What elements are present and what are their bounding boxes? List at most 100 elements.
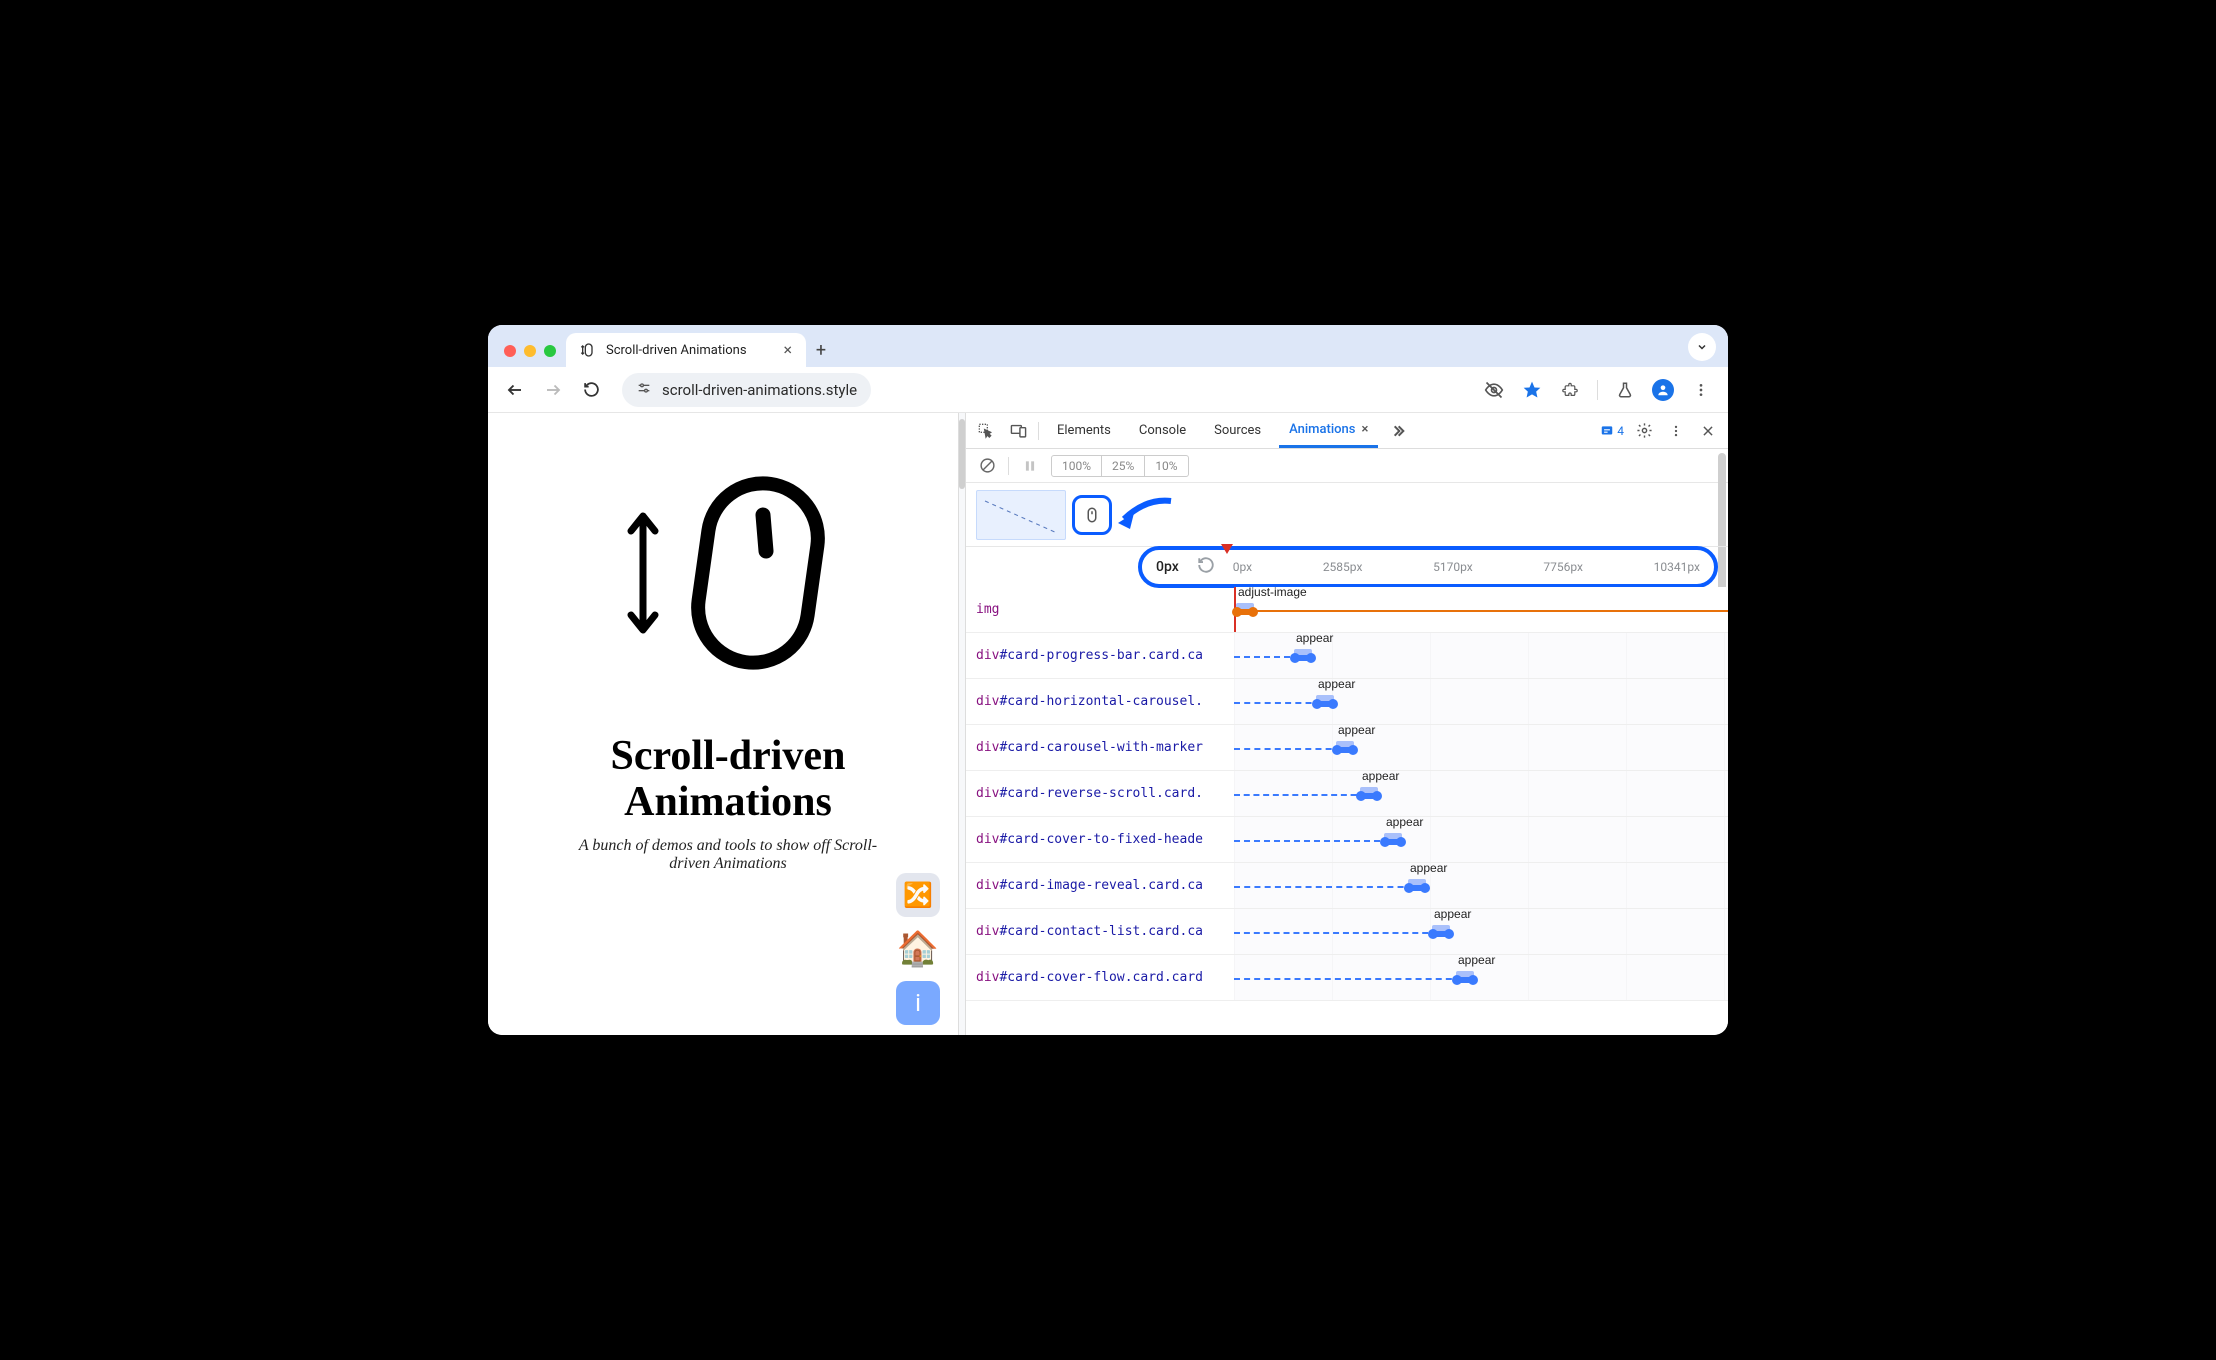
webpage: Scroll-drivenAnimations A bunch of demos… xyxy=(488,413,958,1035)
speed-10[interactable]: 10% xyxy=(1145,456,1187,476)
eye-hidden-icon[interactable] xyxy=(1479,375,1509,405)
favicon-icon xyxy=(580,342,596,358)
clear-icon[interactable] xyxy=(976,455,998,477)
url-text: scroll-driven-animations.style xyxy=(662,381,857,399)
tab-title: Scroll-driven Animations xyxy=(606,343,747,358)
settings-icon[interactable] xyxy=(1632,419,1656,443)
animation-groups xyxy=(966,483,1728,547)
animation-controls: 100% 25% 10% xyxy=(966,449,1728,483)
forward-button[interactable] xyxy=(538,375,568,405)
animation-rows: img adjust-image div#card-progress-bar.car… xyxy=(966,587,1728,1035)
tab-strip: Scroll-driven Animations × + xyxy=(488,325,1728,367)
ruler-marks: 0px 2585px 5170px 7756px 10341px xyxy=(1233,560,1700,574)
animation-track[interactable]: adjust-image xyxy=(1234,587,1728,632)
minimize-window-button[interactable] xyxy=(524,345,536,357)
scroll-driven-badge[interactable] xyxy=(1072,495,1112,535)
kebab-icon[interactable] xyxy=(1664,419,1688,443)
animation-name: adjust-image xyxy=(1238,587,1307,599)
close-devtools-icon[interactable] xyxy=(1696,419,1720,443)
animation-track[interactable]: appear xyxy=(1234,863,1728,908)
speed-selector: 100% 25% 10% xyxy=(1051,455,1189,477)
animation-track[interactable]: appear xyxy=(1234,817,1728,862)
page-logo xyxy=(623,463,833,683)
animation-name: appear xyxy=(1296,631,1333,645)
tab-sources[interactable]: Sources xyxy=(1204,413,1271,448)
address-bar[interactable]: scroll-driven-animations.style xyxy=(622,373,871,407)
animation-track[interactable]: appear xyxy=(1234,909,1728,954)
more-tabs-icon[interactable] xyxy=(1386,419,1410,443)
close-tab-button[interactable]: × xyxy=(783,342,792,358)
animation-track[interactable]: appear xyxy=(1234,725,1728,770)
element-selector: img xyxy=(966,602,1234,617)
home-button[interactable]: 🏠 xyxy=(896,927,940,971)
browser-window: Scroll-driven Animations × + scroll-driv… xyxy=(488,325,1728,1035)
animation-name: appear xyxy=(1386,815,1423,829)
animation-track[interactable]: appear xyxy=(1234,771,1728,816)
tab-elements[interactable]: Elements xyxy=(1047,413,1121,448)
menu-button[interactable] xyxy=(1686,375,1716,405)
issues-count[interactable]: 4 xyxy=(1600,424,1624,438)
info-button[interactable]: i xyxy=(896,981,940,1025)
animation-row[interactable]: div#card-horizontal-carousel. appear xyxy=(966,679,1728,725)
timeline-ruler: 0px 0px 2585px 5170px 7756px 10341px xyxy=(966,547,1728,587)
element-selector: div#card-carousel-with-marker xyxy=(966,740,1234,755)
replay-icon[interactable] xyxy=(1197,556,1215,578)
arrow-updown-icon xyxy=(623,503,663,643)
browser-tab[interactable]: Scroll-driven Animations × xyxy=(566,333,806,367)
tab-console[interactable]: Console xyxy=(1129,413,1196,448)
maximize-window-button[interactable] xyxy=(544,345,556,357)
panel-splitter[interactable] xyxy=(958,413,966,1035)
animation-row[interactable]: div#card-reverse-scroll.card. appear xyxy=(966,771,1728,817)
animation-row[interactable]: div#card-carousel-with-marker appear xyxy=(966,725,1728,771)
pause-icon[interactable] xyxy=(1019,455,1041,477)
animation-track[interactable]: appear xyxy=(1234,633,1728,678)
animation-group-thumb[interactable] xyxy=(976,490,1066,540)
device-icon[interactable] xyxy=(1006,419,1030,443)
mouse-icon xyxy=(683,463,833,683)
tab-animations[interactable]: Animations× xyxy=(1279,413,1378,448)
element-selector: div#card-cover-flow.card.card xyxy=(966,970,1234,985)
animation-row[interactable]: div#card-cover-flow.card.card appear xyxy=(966,955,1728,1001)
devtools-panel: Elements Console Sources Animations× 4 xyxy=(966,413,1728,1035)
element-selector: div#card-contact-list.card.ca xyxy=(966,924,1234,939)
bookmark-star-icon[interactable] xyxy=(1517,375,1547,405)
reload-button[interactable] xyxy=(576,375,606,405)
devtools-tabs: Elements Console Sources Animations× 4 xyxy=(966,413,1728,449)
animation-name: appear xyxy=(1362,769,1399,783)
back-button[interactable] xyxy=(500,375,530,405)
animation-name: appear xyxy=(1318,677,1355,691)
site-settings-icon[interactable] xyxy=(636,380,652,400)
page-title: Scroll-drivenAnimations xyxy=(611,733,846,825)
animation-track[interactable]: appear xyxy=(1234,955,1728,1000)
close-panel-icon[interactable]: × xyxy=(1361,422,1368,437)
tab-overflow-button[interactable] xyxy=(1688,333,1716,361)
element-selector: div#card-horizontal-carousel. xyxy=(966,694,1234,709)
page-subtitle: A bunch of demos and tools to show off S… xyxy=(568,837,888,873)
animation-name: appear xyxy=(1410,861,1447,875)
animation-row[interactable]: div#card-progress-bar.card.caappear xyxy=(966,633,1728,679)
new-tab-button[interactable]: + xyxy=(806,340,836,367)
close-window-button[interactable] xyxy=(504,345,516,357)
animation-name: appear xyxy=(1338,723,1375,737)
ruler-highlight: 0px 0px 2585px 5170px 7756px 10341px xyxy=(1138,546,1718,588)
animation-name: appear xyxy=(1458,953,1495,967)
profile-button[interactable] xyxy=(1648,375,1678,405)
animation-row[interactable]: div#card-image-reveal.card.ca appear xyxy=(966,863,1728,909)
animation-row[interactable]: img adjust-image xyxy=(966,587,1728,633)
playhead-icon[interactable] xyxy=(1221,544,1233,556)
speed-100[interactable]: 100% xyxy=(1052,456,1102,476)
shuffle-button[interactable]: 🔀 xyxy=(896,873,940,917)
element-selector: div#card-image-reveal.card.ca xyxy=(966,878,1234,893)
avatar-icon xyxy=(1652,379,1674,401)
animation-row[interactable]: div#card-contact-list.card.caappear xyxy=(966,909,1728,955)
content-area: Scroll-drivenAnimations A bunch of demos… xyxy=(488,413,1728,1035)
annotation-arrow-icon xyxy=(1116,493,1176,533)
speed-25[interactable]: 25% xyxy=(1102,456,1145,476)
animation-row[interactable]: div#card-cover-to-fixed-heade appear xyxy=(966,817,1728,863)
animation-track[interactable]: appear xyxy=(1234,679,1728,724)
inspect-icon[interactable] xyxy=(974,419,998,443)
extensions-icon[interactable] xyxy=(1555,375,1585,405)
element-selector: div#card-cover-to-fixed-heade xyxy=(966,832,1234,847)
element-selector: div#card-reverse-scroll.card. xyxy=(966,786,1234,801)
labs-icon[interactable] xyxy=(1610,375,1640,405)
